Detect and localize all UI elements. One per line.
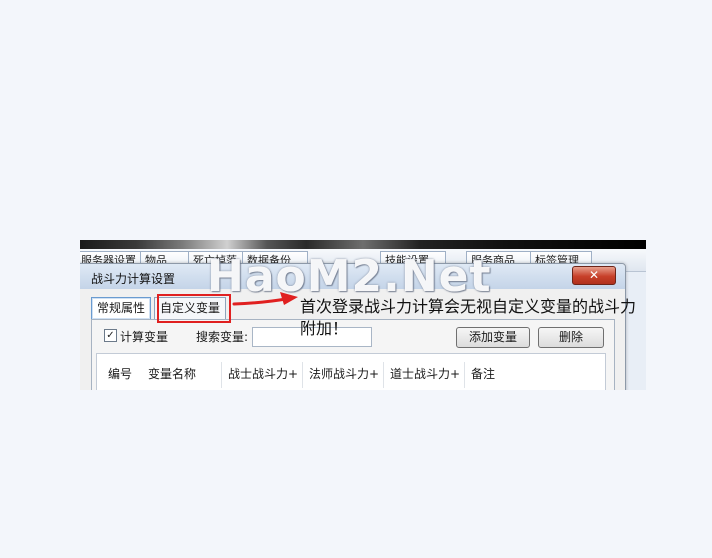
column-header-notes[interactable]: 备注 [471,364,495,384]
column-header-taoist[interactable]: 道士战斗力+ [390,364,460,384]
taskbar-strip [80,240,646,249]
column-header-id[interactable]: 编号 [108,364,132,384]
column-separator [464,362,465,388]
column-separator [383,362,384,388]
calc-variables-checkbox[interactable]: ✓ [104,329,117,342]
close-icon: ✕ [588,268,600,282]
calc-variables-label: 计算变量 [120,330,169,344]
column-separator [302,362,303,388]
highlight-box [157,294,231,323]
column-header-warrior[interactable]: 战士战斗力+ [228,364,298,384]
check-icon: ✓ [106,330,115,341]
variables-table: 编号 变量名称 战士战斗力+ 法师战斗力+ 道士战斗力+ 备注 [96,353,606,390]
column-separator [221,362,222,388]
search-variable-label: 搜索变量: [196,330,249,344]
column-header-mage[interactable]: 法师战斗力+ [309,364,379,384]
red-arrow-icon [232,292,298,306]
annotation-text: 首次登录战斗力计算会无视自定义变量的战斗力附加！ [300,297,637,338]
close-button[interactable]: ✕ [572,266,616,285]
dialog-title: 战斗力计算设置 [91,272,176,286]
tab-general-attributes[interactable]: 常规属性 [91,297,152,320]
column-header-name[interactable]: 变量名称 [148,364,196,384]
